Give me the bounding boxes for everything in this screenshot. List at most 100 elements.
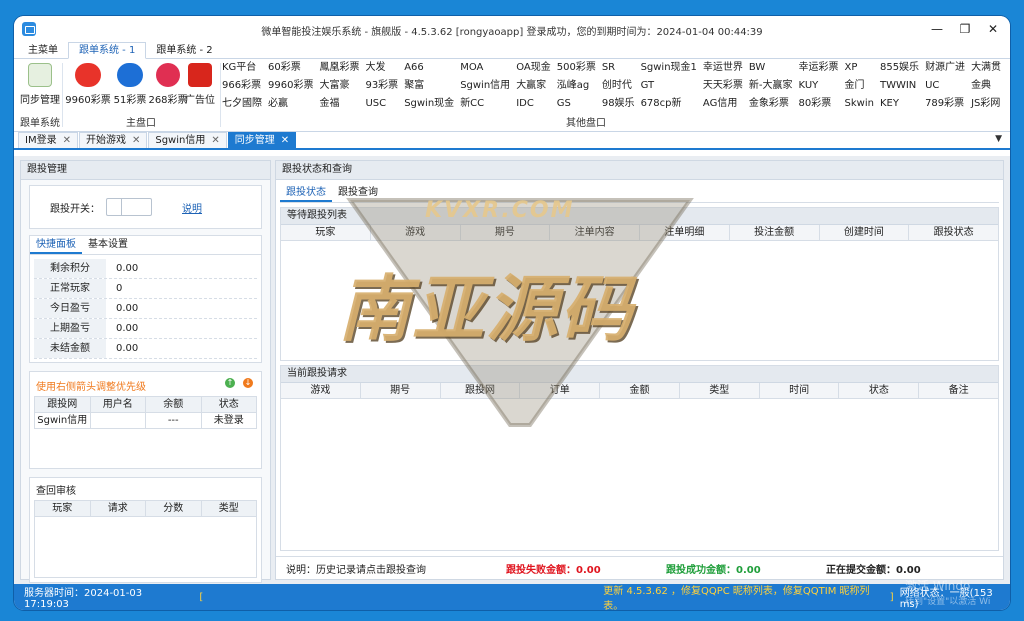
doc-tab-label: IM登录 [25,135,57,146]
explain-link[interactable]: 说明 [182,200,202,215]
platform-link[interactable]: SR [602,61,635,75]
col-header: 期号 [361,383,441,398]
platform-link[interactable]: 大满贯 [971,61,1001,75]
platform-link[interactable]: XP [845,61,874,75]
ribbon: 同步管理 跟单系统 9960彩票 51彩票 268彩票 广告位 主盘口 KG平台… [14,59,1010,132]
col-header: 金额 [600,383,680,398]
platform-link[interactable]: UC [925,79,965,93]
tab-follow-status[interactable]: 跟投状态 [280,184,332,202]
arrow-up-icon[interactable]: ↑ [225,378,235,388]
platform-link[interactable]: KEY [880,97,919,111]
platform-link[interactable]: JS彩网 [971,97,1001,111]
platform-link[interactable]: 鳳凰彩票 [319,61,359,75]
platform-link[interactable]: 必赢 [268,97,313,111]
stat-value: 0.00 [116,343,139,354]
platform-link[interactable]: GT [641,79,697,93]
follow-toggle[interactable] [106,198,152,216]
platform-link[interactable]: 500彩票 [557,61,596,75]
tab-follow-2[interactable]: 跟单系统 - 2 [146,43,222,58]
platform-link[interactable]: 金门 [845,79,874,93]
platform-link[interactable]: 泓峰ag [557,79,596,93]
ribbon-button-9960[interactable]: 9960彩票 [64,63,112,106]
col-header: 备注 [948,385,969,396]
col-header: 期号 [461,225,551,240]
doc-tab-sync[interactable]: 同步管理 ✕ [227,132,297,148]
platform-link[interactable]: Sgwin现金1 [641,61,697,75]
priority-box: 使用右侧箭头调整优先级 ↑ ↓ 跟投网 用户名 余额 状态 Sgwin信用 --… [29,371,262,469]
col-header: 状态 [839,383,920,398]
close-button[interactable]: ✕ [982,20,1004,38]
ribbon-button-ad[interactable]: 广告位 [178,63,222,106]
doc-tab-im-login[interactable]: IM登录 ✕ [18,132,78,148]
content-area: 跟投管理 跟投开关： 说明 快捷面板 基本设置 剩余积分 0.00 正常玩家 0 今… [14,156,1010,584]
platform-link[interactable]: 财源广进 [925,61,965,75]
platform-link[interactable]: 60彩票 [268,61,313,75]
platform-link[interactable]: A66 [404,61,454,75]
platform-link[interactable]: 七夕國際 [222,97,262,111]
platform-link[interactable]: 金象彩票 [749,97,793,111]
platform-link[interactable]: 93彩票 [365,79,398,93]
platform-link[interactable]: GS [557,97,596,111]
platform-link[interactable]: 789彩票 [925,97,965,111]
close-tab-icon[interactable]: ✕ [63,135,71,146]
platform-link[interactable]: Skwin [845,97,874,111]
platform-link[interactable]: 幸运彩票 [799,61,839,75]
doc-tab-label: 同步管理 [234,135,275,146]
platform-link[interactable]: IDC [516,97,551,111]
sync-manage-button[interactable]: 同步管理 [16,63,64,106]
platform-link[interactable]: 98娱乐 [602,97,635,111]
platform-link[interactable]: 大赢家 [516,79,551,93]
platform-link[interactable]: OA现金 [516,61,551,75]
tab-quick-panel[interactable]: 快捷面板 [30,236,82,254]
platform-link[interactable]: 聚富 [404,79,454,93]
platform-link[interactable]: 天天彩票 [703,79,743,93]
col-header: 跟投网 [441,383,521,398]
switch-box: 跟投开关： 说明 [29,185,262,229]
doc-tab-start-game[interactable]: 开始游戏 ✕ [78,132,148,148]
close-tab-icon[interactable]: ✕ [132,135,140,146]
platform-link[interactable]: KG平台 [222,61,262,75]
platform-link[interactable]: BW [749,61,793,75]
document-tabs: IM登录 ✕ 开始游戏 ✕ Sgwin信用 ✕ 同步管理 ✕ ▼ [14,132,1010,150]
platform-link[interactable]: 大发 [365,61,398,75]
tab-basic-settings[interactable]: 基本设置 [82,236,134,254]
platform-link[interactable]: 大富豪 [319,79,359,93]
server-time: 服务器时间：2024-01-03 17:19:03 [24,588,143,610]
minimize-button[interactable]: — [926,20,948,38]
doc-tab-sgwin[interactable]: Sgwin信用 ✕ [148,132,227,148]
stat-today-pnl: 今日盈亏 0.00 [34,299,257,319]
platform-link[interactable]: MOA [460,61,510,75]
arrow-down-icon[interactable]: ↓ [243,378,253,388]
platform-link[interactable]: 966彩票 [222,79,262,93]
platform-link[interactable]: 金福 [319,97,359,111]
tabs-dropdown-icon[interactable]: ▼ [995,134,1002,144]
platform-link[interactable]: TWWIN [880,79,919,93]
platform-link[interactable]: 新-大赢家 [749,79,793,93]
col-header: 时间 [760,383,840,398]
panel-title: 跟投状态和查询 [276,161,1003,180]
platform-link[interactable]: 创时代 [602,79,635,93]
col-header: 类型 [680,383,760,398]
platform-link[interactable]: Sgwin现金 [404,97,454,111]
platform-link[interactable]: AG信用 [703,97,743,111]
close-tab-icon[interactable]: ✕ [211,135,219,146]
maximize-button[interactable]: ❐ [954,20,976,38]
platform-link[interactable]: USC [365,97,398,111]
platform-link[interactable]: 678cp新 [641,97,697,111]
platform-link[interactable]: 855娱乐 [880,61,919,75]
platform-link[interactable]: 9960彩票 [268,79,313,93]
platform-link[interactable]: Sgwin信用 [460,79,510,93]
tab-main-menu[interactable]: 主菜单 [18,43,68,58]
close-tab-icon[interactable]: ✕ [281,135,289,146]
tab-follow-1[interactable]: 跟单系统 - 1 [68,42,147,59]
platform-link[interactable]: 新CC [460,97,510,111]
ribbon-tabs: 主菜单 跟单系统 - 1 跟单系统 - 2 [14,42,1010,59]
tab-follow-query[interactable]: 跟投查询 [332,184,384,202]
platform-link[interactable]: 80彩票 [799,97,839,111]
table-row[interactable]: Sgwin信用 --- 未登录 [35,413,256,428]
platform-link[interactable]: 金典 [971,79,1001,93]
platform-link[interactable]: KUY [799,79,839,93]
sync-manage-label: 同步管理 [20,95,60,106]
platform-link[interactable]: 幸运世界 [703,61,743,75]
follow-status-panel: 跟投状态和查询 跟投状态 跟投查询 等待跟投列表 玩家 游戏 期号 注单内容 注单明细投… [275,160,1004,580]
